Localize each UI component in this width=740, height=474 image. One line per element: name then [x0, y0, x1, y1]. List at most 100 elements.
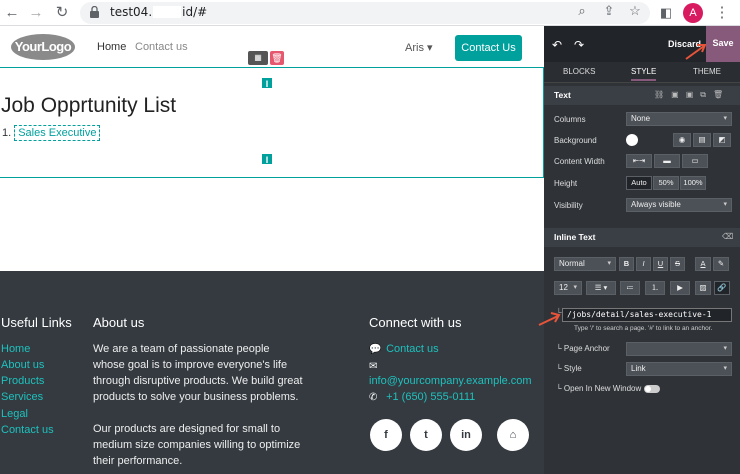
- footer-link-products[interactable]: Products: [1, 375, 44, 387]
- font-size-select[interactable]: 12 ▾: [554, 281, 582, 295]
- drag-grid-icon[interactable]: ▦: [248, 51, 268, 65]
- contact-line[interactable]: 💬 Contact us: [369, 343, 439, 355]
- footer-link-legal[interactable]: Legal: [1, 408, 28, 420]
- annotation-arrow-url: [538, 312, 561, 326]
- link-url-input[interactable]: /jobs/detail/sales-executive-1: [562, 308, 732, 322]
- user-menu[interactable]: Aris ▾: [405, 41, 433, 54]
- save-button[interactable]: Save: [706, 26, 740, 62]
- page-title[interactable]: Job Opprtunity List: [1, 94, 176, 118]
- visibility-select[interactable]: Always visible ▾: [626, 198, 732, 212]
- home-icon[interactable]: ⌂: [497, 419, 529, 451]
- useful-links-heading: Useful Links: [1, 315, 72, 330]
- resize-handle-top[interactable]: I: [261, 77, 273, 89]
- resize-handle-bottom[interactable]: I: [261, 153, 273, 165]
- facebook-icon[interactable]: f: [370, 419, 402, 451]
- section-tools-icons[interactable]: ⛓▣▣⧉🗑: [654, 90, 730, 100]
- undo-icon[interactable]: ↶: [552, 38, 562, 52]
- email-link[interactable]: info@yourcompany.example.com: [369, 375, 532, 387]
- browser-toolbar: ← → ↻ test04. id/# ⌕ ⇪ ☆ ◧ A ⋮: [0, 0, 740, 26]
- height-50-button[interactable]: 50%: [653, 176, 679, 190]
- website-canvas: YourLogo Home Contact us Aris ▾ Contact …: [0, 26, 544, 474]
- linkedin-icon[interactable]: in: [450, 419, 482, 451]
- phone-icon: ✆: [369, 392, 378, 403]
- font-color-icon[interactable]: A: [695, 257, 711, 271]
- chat-icon: 💬: [369, 344, 382, 355]
- tab-theme[interactable]: THEME: [693, 67, 721, 76]
- tab-style[interactable]: STYLE: [631, 67, 657, 81]
- annotation-arrow-save: [685, 44, 707, 60]
- address-bar[interactable]: test04. id/# ⌕ ⇪ ☆: [80, 2, 650, 24]
- editor-panel: ↶ ↷ Discard Save BLOCKS STYLE THEME Text…: [544, 26, 740, 474]
- job-link[interactable]: Sales Executive: [14, 125, 101, 141]
- lock-icon: [90, 6, 99, 18]
- back-icon[interactable]: ←: [2, 3, 22, 23]
- footer-link-about[interactable]: About us: [1, 359, 44, 371]
- envelope-icon: ✉: [369, 361, 378, 372]
- width-medium-icon[interactable]: ▬: [654, 154, 680, 168]
- link-hint: Type '/' to search a page. '#' to link t…: [574, 325, 713, 332]
- style-label: └ Style: [556, 364, 582, 373]
- play-icon[interactable]: ▶: [670, 281, 690, 295]
- new-window-toggle[interactable]: [644, 385, 660, 393]
- panel-header: ↶ ↷ Discard Save: [544, 26, 740, 62]
- gradient-icon[interactable]: ◩: [713, 133, 731, 147]
- background-color-swatch[interactable]: [626, 134, 638, 146]
- underline-icon[interactable]: U: [653, 257, 668, 271]
- site-logo[interactable]: YourLogo: [11, 34, 75, 60]
- footer: Useful Links Home About us Products Serv…: [0, 271, 544, 474]
- forward-icon[interactable]: →: [26, 3, 46, 23]
- eraser-icon[interactable]: ⌫: [722, 232, 740, 241]
- link-icon[interactable]: 🔗: [714, 281, 730, 295]
- nav-home[interactable]: Home: [97, 41, 126, 53]
- font-style-select[interactable]: Normal ▾: [554, 257, 616, 271]
- connect-heading: Connect with us: [369, 315, 462, 330]
- highlight-icon[interactable]: ✎: [713, 257, 729, 271]
- twitter-icon[interactable]: t: [410, 419, 442, 451]
- height-label: Height: [554, 179, 578, 188]
- inline-text-section-header: Inline Text ⌫: [544, 228, 740, 247]
- star-icon[interactable]: ☆: [625, 3, 645, 19]
- columns-select[interactable]: None ▾: [626, 112, 732, 126]
- bullet-list-icon[interactable]: ≔: [620, 281, 640, 295]
- link-style-select[interactable]: Link ▾: [626, 362, 732, 376]
- tab-blocks[interactable]: BLOCKS: [563, 67, 595, 76]
- reload-icon[interactable]: ↻: [52, 3, 72, 23]
- height-100-button[interactable]: 100%: [680, 176, 706, 190]
- columns-label: Columns: [554, 115, 586, 124]
- film-icon[interactable]: ▤: [693, 133, 711, 147]
- italic-icon[interactable]: I: [636, 257, 651, 271]
- align-icon[interactable]: ☰ ▾: [586, 281, 616, 295]
- background-label: Background: [554, 136, 597, 145]
- height-auto-button[interactable]: Auto: [626, 176, 652, 190]
- sidepanel-icon[interactable]: ◧: [656, 3, 676, 23]
- redo-icon[interactable]: ↷: [574, 38, 584, 52]
- text-section-header: Text ⛓▣▣⧉🗑: [544, 86, 740, 105]
- footer-link-contact[interactable]: Contact us: [1, 424, 54, 436]
- panel-tabs: BLOCKS STYLE THEME: [544, 62, 740, 83]
- url-text: test04. id/#: [110, 5, 208, 19]
- trash-icon[interactable]: 🗑: [270, 51, 284, 65]
- strikethrough-icon[interactable]: S: [670, 257, 685, 271]
- width-small-icon[interactable]: ⇤⇥: [626, 154, 652, 168]
- avatar[interactable]: A: [683, 3, 703, 23]
- image-icon[interactable]: ▨: [695, 281, 711, 295]
- envelope-line: ✉: [369, 360, 383, 372]
- footer-link-home[interactable]: Home: [1, 343, 30, 355]
- content-width-label: Content Width: [554, 157, 605, 166]
- selected-snippet[interactable]: I Job Opprtunity List 1. Sales Executive …: [0, 67, 544, 178]
- share-icon[interactable]: ⇪: [599, 3, 619, 19]
- bold-icon[interactable]: B: [619, 257, 634, 271]
- width-full-icon[interactable]: ▭: [682, 154, 708, 168]
- phone-line[interactable]: ✆ +1 (650) 555-0111: [369, 391, 475, 403]
- about-text-2: Our products are designed for small to m…: [93, 423, 301, 467]
- camera-icon[interactable]: ◉: [673, 133, 691, 147]
- contact-us-button[interactable]: Contact Us: [455, 35, 522, 61]
- about-text: We are a team of passionate people whose…: [93, 343, 303, 403]
- numbered-list-icon[interactable]: ⒈: [645, 281, 665, 295]
- nav-contact[interactable]: Contact us: [135, 41, 188, 53]
- page-anchor-select[interactable]: ▾: [626, 342, 732, 356]
- footer-link-services[interactable]: Services: [1, 391, 43, 403]
- more-icon[interactable]: ⋮: [712, 3, 732, 23]
- zoom-icon[interactable]: ⌕: [572, 3, 592, 19]
- about-heading: About us: [93, 315, 145, 330]
